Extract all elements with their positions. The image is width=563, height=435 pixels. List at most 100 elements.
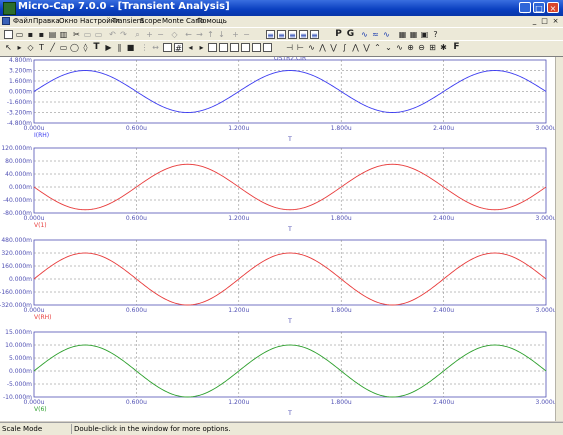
print-icon[interactable]: ▤ <box>48 30 57 39</box>
analysis-plots[interactable]: OSTR2.CIR0.000u 0.600u 1.200u 1.800u 2.400u 3… <box>0 55 557 421</box>
layout-icon-1[interactable]: ≡ <box>266 30 275 40</box>
rect-tool-icon[interactable]: ▭ <box>59 43 68 52</box>
low-icon[interactable]: ⋁ <box>329 43 338 52</box>
open-icon[interactable]: ▭ <box>15 30 24 39</box>
global-low-icon[interactable]: ⋁ <box>362 43 371 52</box>
wave-icon-2[interactable]: ≈ <box>371 30 380 39</box>
slope-icon[interactable]: ∿ <box>307 43 316 52</box>
paste-icon[interactable]: ▭ <box>94 30 103 39</box>
layout-icon-3[interactable]: ≡ <box>288 30 297 40</box>
high-icon[interactable]: ⋀ <box>318 43 327 52</box>
run-icon[interactable]: ▶ <box>104 43 113 52</box>
pan-icon[interactable]: ▸ <box>15 43 24 52</box>
plot-frame <box>33 239 547 306</box>
gear-icon[interactable]: ✱ <box>439 43 448 52</box>
ellipse-tool-icon[interactable]: ◯ <box>70 43 79 52</box>
bottom-icon[interactable]: ⌄ <box>384 43 393 52</box>
new-icon[interactable] <box>4 30 13 39</box>
menu-scope[interactable]: Scope <box>140 16 161 27</box>
zoom-fit-icon[interactable]: ◇ <box>170 30 179 39</box>
maximize-button[interactable]: □ <box>533 2 545 13</box>
wave-icon-3[interactable]: ∿ <box>382 30 391 39</box>
top-icon[interactable]: ⌃ <box>373 43 382 52</box>
app-icon[interactable] <box>3 2 16 15</box>
stop-icon[interactable]: ■ <box>126 43 135 52</box>
find-icon[interactable]: ⌕ <box>133 30 142 39</box>
text-bold-icon[interactable]: T <box>92 43 101 52</box>
rescale-icon[interactable]: ⊞ <box>428 43 437 52</box>
arrow-left-icon[interactable]: ← <box>184 30 193 39</box>
scale-icon-6[interactable] <box>263 43 272 52</box>
global-high-icon[interactable]: ⋀ <box>351 43 360 52</box>
undo-icon[interactable]: ↶ <box>108 30 117 39</box>
calculator-icon[interactable]: ▦ <box>398 30 407 39</box>
layout-icon-5[interactable]: ≡ <box>310 30 319 40</box>
y-tick-label: 120.000m <box>1 145 32 152</box>
component-icon[interactable]: ▣ <box>420 30 429 39</box>
zoom-in-icon[interactable]: + <box>145 30 154 39</box>
arrow-down-icon[interactable]: ↓ <box>217 30 226 39</box>
cut-icon[interactable]: ✂ <box>72 30 81 39</box>
layout-icon-2[interactable]: ≡ <box>277 30 286 40</box>
save-all-icon[interactable]: ▪ <box>37 30 46 39</box>
plot-window[interactable]: OSTR2.CIR 0.000u 0.600u 1.200u 1.800u 2.400u 3… <box>0 55 563 421</box>
mdi-restore-button[interactable]: □ <box>540 17 549 25</box>
redo-icon[interactable]: ↷ <box>119 30 128 39</box>
scale-icon-4[interactable] <box>241 43 250 52</box>
help-icon[interactable]: ? <box>431 30 440 39</box>
peak-icon[interactable]: ⊣ <box>285 43 294 52</box>
close-button[interactable]: × <box>547 2 559 13</box>
zoom-in-tool-icon[interactable]: ⊕ <box>406 43 415 52</box>
plot-properties-icon[interactable] <box>163 43 172 52</box>
scale-icon-2[interactable] <box>219 43 228 52</box>
cursor-mode-icon[interactable]: ↔ <box>151 43 160 52</box>
grid-toggle-icon[interactable]: # <box>174 43 183 53</box>
menu-edit[interactable]: Правка <box>33 16 60 27</box>
grid-icon[interactable]: ▦ <box>409 30 418 39</box>
series-label: I(RH) <box>34 132 49 139</box>
y-tick-label: 1.600m <box>9 78 32 85</box>
zoom-out-icon[interactable]: − <box>156 30 165 39</box>
menu-file[interactable]: Файл <box>13 16 32 27</box>
line-tool-icon[interactable]: ╱ <box>48 43 57 52</box>
mdi-minimize-button[interactable]: _ <box>530 17 539 25</box>
scale-icon-3[interactable] <box>230 43 239 52</box>
pause-icon[interactable]: ∥ <box>115 43 124 52</box>
vertical-scrollbar[interactable] <box>555 57 563 421</box>
wave-icon-1[interactable]: ∿ <box>360 30 369 39</box>
tag-icon[interactable]: ◊ <box>81 43 90 52</box>
cursor-left-icon[interactable]: ◂ <box>186 43 195 52</box>
text-tool-icon[interactable]: T <box>37 43 46 52</box>
valley-icon[interactable]: ⊢ <box>296 43 305 52</box>
mdi-close-button[interactable]: × <box>551 17 560 25</box>
font-button[interactable]: F <box>452 43 461 52</box>
scale-icon-5[interactable] <box>252 43 261 52</box>
cursor-right-icon[interactable]: ▸ <box>197 43 206 52</box>
minus-icon[interactable]: − <box>242 30 251 39</box>
arrow-right-icon[interactable]: → <box>195 30 204 39</box>
main-toolbar: ▭ ▪ ▪ ▤ ▥ ✂ ▭ ▭ ↶ ↷ ⌕ + − ◇ ← → ↑ ↓ + − … <box>0 27 563 40</box>
arrow-up-icon[interactable]: ↑ <box>206 30 215 39</box>
print-preview-icon[interactable]: ▥ <box>59 30 68 39</box>
scale-icon-1[interactable] <box>208 43 217 52</box>
inflection-icon[interactable]: ∫ <box>340 43 349 52</box>
step-icon[interactable]: ⋮ <box>140 43 149 52</box>
x-tick-label: 3.000u <box>536 125 555 132</box>
select-arrow-icon[interactable]: ↖ <box>4 43 13 52</box>
minimize-button[interactable]: _ <box>519 2 531 13</box>
layout-icon-4[interactable]: ≡ <box>299 30 308 40</box>
marker-icon[interactable]: ◇ <box>26 43 35 52</box>
window-title: Micro-Cap 7.0.0 - [Transient Analysis] <box>18 1 230 12</box>
y-tick-label: -4.800m <box>7 120 32 127</box>
next-simulation-icon[interactable]: ∿ <box>395 43 404 52</box>
copy-icon[interactable]: ▭ <box>83 30 92 39</box>
probe-p-button[interactable]: P <box>334 30 343 39</box>
menu-window[interactable]: Окно <box>59 16 78 27</box>
menu-help[interactable]: Помощь <box>197 16 227 27</box>
document-icon[interactable] <box>2 17 10 25</box>
probe-g-button[interactable]: G <box>346 30 355 39</box>
save-icon[interactable]: ▪ <box>26 30 35 39</box>
y-tick-label: -10.000m <box>3 394 32 401</box>
add-icon[interactable]: + <box>231 30 240 39</box>
zoom-out-tool-icon[interactable]: ⊖ <box>417 43 426 52</box>
